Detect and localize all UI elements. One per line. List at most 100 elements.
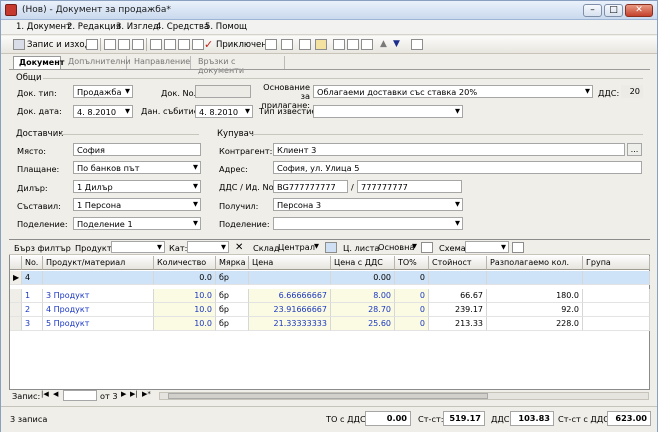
cell-discount[interactable]: 0 (395, 271, 429, 285)
receiver-select[interactable]: Персона 3 (273, 198, 463, 211)
menu-edit[interactable]: 2. Редакция (67, 22, 121, 32)
place-field[interactable]: София (73, 143, 201, 156)
print-icon[interactable] (150, 39, 162, 50)
cell-no[interactable]: 4 (22, 271, 43, 285)
cell-group[interactable] (583, 317, 650, 331)
row-selector[interactable] (10, 289, 22, 303)
arrow-down-icon[interactable]: ▼ (393, 39, 400, 49)
column-header-quantity[interactable]: Количество (154, 256, 216, 270)
tab-document-links[interactable]: Връзки с документи (193, 56, 285, 75)
scrollbar-thumb[interactable] (168, 393, 488, 399)
cell-price-vat[interactable]: 28.70 (331, 303, 395, 317)
nav-last-icon[interactable]: ▶| (130, 390, 138, 398)
column-header-discount[interactable]: ТО% (395, 256, 429, 270)
id-number-field[interactable]: 777777777 (357, 180, 462, 193)
paste-icon[interactable] (132, 39, 144, 50)
contractor-field[interactable]: Клиент 3 (273, 143, 625, 156)
attach-icon[interactable] (315, 39, 327, 50)
column-header-price[interactable]: Цена (249, 256, 331, 270)
buyer-division-select[interactable] (273, 217, 463, 230)
cell-quantity[interactable]: 10.0 (154, 289, 216, 303)
cell-quantity[interactable]: 10.0 (154, 303, 216, 317)
cell-available-qty[interactable] (487, 271, 583, 285)
tab-direction[interactable]: Направление (129, 56, 191, 69)
payment-select[interactable]: По банков път (73, 161, 201, 174)
arrow-up-icon[interactable]: ▲ (380, 39, 387, 49)
cell-price-vat[interactable]: 8.00 (331, 289, 395, 303)
cell-product[interactable]: 4 Продукт (43, 303, 154, 317)
cell-no[interactable]: 1 (22, 289, 43, 303)
cell-quantity[interactable]: 0.0 (154, 271, 216, 285)
warehouse-icon[interactable] (325, 242, 337, 253)
nav-next-icon[interactable]: ▶ (121, 390, 126, 398)
cell-value[interactable]: 213.33 (429, 317, 487, 331)
cell-price-vat[interactable]: 25.60 (331, 317, 395, 331)
cell-price-vat[interactable]: 0.00 (331, 271, 395, 285)
tax-event-date-picker[interactable]: 4. 8.2010 (195, 105, 253, 118)
cell-product[interactable]: 3 Продукт (43, 289, 154, 303)
edit-icon[interactable] (192, 39, 204, 50)
cell-no[interactable]: 3 (22, 317, 43, 331)
category-filter-select[interactable] (187, 241, 229, 253)
column-header-available-qty[interactable]: Разполагаемо кол. (487, 256, 583, 270)
minimize-button[interactable]: – (583, 4, 602, 17)
dealer-select[interactable]: 1 Дилър (73, 180, 201, 193)
column-header-value[interactable]: Стойност (429, 256, 487, 270)
maximize-button[interactable]: □ (604, 4, 623, 17)
menu-help[interactable]: 5. Помощ (205, 22, 247, 32)
column-header-product[interactable]: Продукт/материал (43, 256, 154, 270)
cell-value[interactable]: 239.17 (429, 303, 487, 317)
menu-view[interactable]: 3. Изглед (116, 22, 159, 32)
doc-date-picker[interactable]: 4. 8.2010 (73, 105, 133, 118)
cut-icon[interactable] (104, 39, 116, 50)
doc-no-field[interactable] (195, 85, 251, 98)
preview-icon[interactable] (164, 39, 176, 50)
cell-price[interactable]: 23.91666667 (249, 303, 331, 317)
cell-value[interactable]: 66.67 (429, 289, 487, 303)
cell-unit[interactable]: бр (216, 289, 249, 303)
cell-discount[interactable]: 0 (395, 289, 429, 303)
tab-document[interactable]: Документ (13, 56, 64, 69)
cell-quantity[interactable]: 10.0 (154, 317, 216, 331)
notice-type-select[interactable] (313, 105, 463, 118)
cell-price[interactable]: 21.33333333 (249, 317, 331, 331)
cell-unit[interactable]: бр (216, 271, 249, 285)
row-selector[interactable] (10, 317, 22, 331)
save-close-button[interactable]: Запис и изход (27, 40, 91, 50)
cell-price[interactable] (249, 271, 331, 285)
horizontal-scrollbar[interactable] (159, 392, 649, 400)
nav-new-icon[interactable]: ▶* (142, 390, 151, 398)
new-row-indicator[interactable]: ▶ (10, 271, 22, 285)
contractor-browse-button[interactable]: ... (627, 143, 642, 156)
copy-doc-icon[interactable] (86, 39, 98, 50)
copy-icon[interactable] (118, 39, 130, 50)
cell-price[interactable]: 6.66666667 (249, 289, 331, 303)
doc-type-select[interactable]: Продажба (73, 85, 133, 98)
scheme-select[interactable] (465, 241, 509, 253)
filter-icon[interactable] (361, 39, 373, 50)
duplicate-icon[interactable] (347, 39, 359, 50)
cell-available-qty[interactable]: 92.0 (487, 303, 583, 317)
scheme-icon[interactable] (512, 242, 524, 253)
basis-select[interactable]: Облагаеми доставки със ставка 20% (313, 85, 593, 98)
nav-first-icon[interactable]: |◀ (41, 390, 49, 398)
cell-discount[interactable]: 0 (395, 303, 429, 317)
close-button[interactable]: ✕ (625, 4, 653, 17)
cell-product[interactable]: 5 Продукт (43, 317, 154, 331)
cell-group[interactable] (583, 289, 650, 303)
price-list-icon[interactable] (421, 242, 433, 253)
refresh-icon[interactable] (299, 39, 311, 50)
column-header-no[interactable]: No. (22, 256, 43, 270)
export-icon[interactable] (178, 39, 190, 50)
save-icon[interactable] (13, 39, 25, 50)
undo-icon[interactable] (281, 39, 293, 50)
cell-no[interactable]: 2 (22, 303, 43, 317)
tab-additional[interactable]: Допълнителни (63, 56, 131, 69)
menu-tools[interactable]: 4. Средства (156, 22, 209, 32)
price-list-select[interactable]: Основна (375, 241, 419, 253)
cell-discount[interactable]: 0 (395, 317, 429, 331)
address-field[interactable]: София, ул. Улица 5 (273, 161, 642, 174)
cell-unit[interactable]: бр (216, 303, 249, 317)
supplier-division-select[interactable]: Поделение 1 (73, 217, 201, 230)
cell-unit[interactable]: бр (216, 317, 249, 331)
